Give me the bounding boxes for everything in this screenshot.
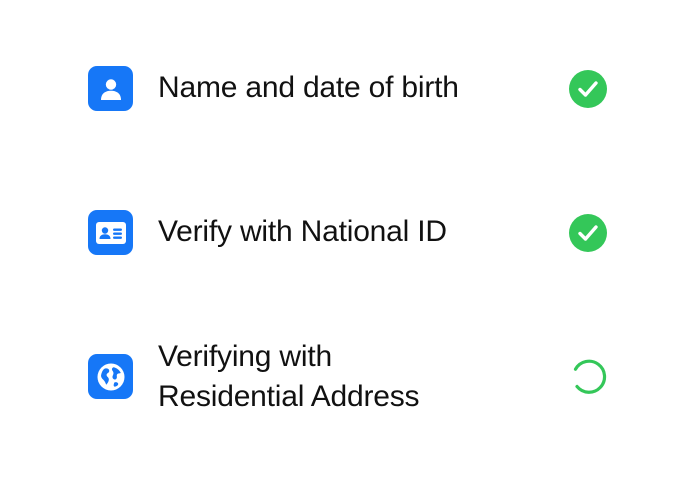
loading-spinner-icon bbox=[569, 357, 607, 395]
globe-icon bbox=[88, 354, 133, 399]
step-label-line-2: Residential Address bbox=[158, 380, 420, 413]
step-label: Verify with National ID bbox=[158, 215, 447, 248]
person-icon bbox=[88, 66, 133, 111]
step-residential-address: Verifying with Residential Address bbox=[0, 335, 700, 425]
verification-steps-screen: Name and date of birth Verify with Natio… bbox=[0, 0, 700, 488]
id-card-icon bbox=[88, 210, 133, 255]
step-name-and-dob: Name and date of birth bbox=[0, 60, 700, 120]
step-label: Name and date of birth bbox=[158, 71, 459, 104]
step-label: Verifying with Residential Address bbox=[158, 337, 488, 417]
step-national-id: Verify with National ID bbox=[0, 204, 700, 264]
checkmark-circle-icon bbox=[569, 70, 607, 108]
checkmark-circle-icon bbox=[569, 214, 607, 252]
step-label-line-1: Verifying with bbox=[158, 340, 332, 373]
